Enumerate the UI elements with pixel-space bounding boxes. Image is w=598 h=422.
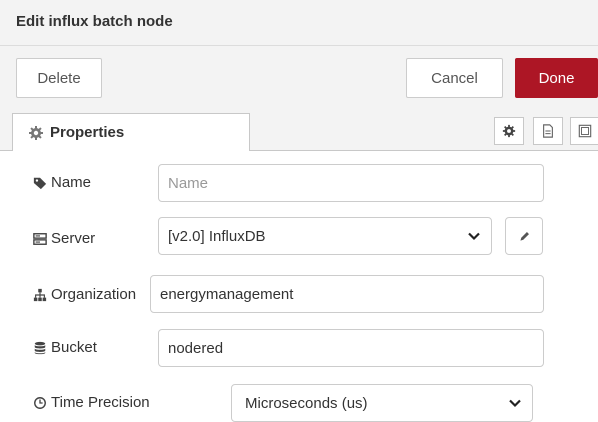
chevron-down-icon (509, 399, 521, 408)
cancel-button[interactable]: Cancel (406, 58, 503, 98)
server-select-value: [v2.0] InfluxDB (168, 227, 266, 245)
sitemap-icon (33, 288, 47, 301)
clock-icon (34, 396, 46, 409)
done-button[interactable]: Done (515, 58, 598, 98)
server-label-text: Server (51, 230, 96, 247)
tab-properties[interactable]: Properties (12, 113, 250, 151)
gear-icon (29, 125, 43, 140)
organization-label-text: Organization (51, 286, 137, 303)
delete-button[interactable]: Delete (16, 58, 102, 98)
server-icon (33, 232, 47, 245)
chevron-down-icon (468, 232, 480, 241)
gear-icon (502, 124, 516, 138)
bucket-label-text: Bucket (51, 339, 97, 356)
server-select[interactable]: [v2.0] InfluxDB (158, 217, 492, 255)
pencil-icon (519, 231, 529, 241)
organization-label: Organization (33, 286, 136, 303)
tag-icon (33, 177, 47, 189)
name-label: Name (33, 174, 91, 191)
bucket-value: nodered (168, 339, 224, 357)
dialog-title: Edit influx batch node (16, 13, 173, 30)
name-label-text: Name (51, 174, 92, 191)
tab-settings[interactable] (494, 117, 524, 145)
time-precision-select[interactable]: Microseconds (us) (231, 384, 533, 422)
tab-appearance[interactable] (570, 117, 598, 145)
tab-description[interactable] (533, 117, 563, 145)
organization-input[interactable]: energymanagement (150, 275, 544, 313)
organization-value: energymanagement (160, 285, 294, 303)
tab-properties-label: Properties (50, 124, 125, 141)
server-label: Server (33, 230, 95, 247)
name-input[interactable]: Name (158, 164, 544, 202)
document-icon (543, 124, 553, 138)
bucket-input[interactable]: nodered (158, 329, 544, 367)
database-icon (34, 341, 46, 354)
dialog-header: Edit influx batch node (0, 0, 598, 46)
time-precision-label: Time Precision (33, 394, 150, 411)
time-precision-label-text: Time Precision (51, 394, 150, 411)
edit-server-button[interactable] (505, 217, 543, 255)
bucket-label: Bucket (33, 339, 97, 356)
time-precision-value: Microseconds (us) (245, 394, 368, 412)
name-placeholder: Name (168, 174, 209, 192)
layout-icon (578, 124, 591, 138)
